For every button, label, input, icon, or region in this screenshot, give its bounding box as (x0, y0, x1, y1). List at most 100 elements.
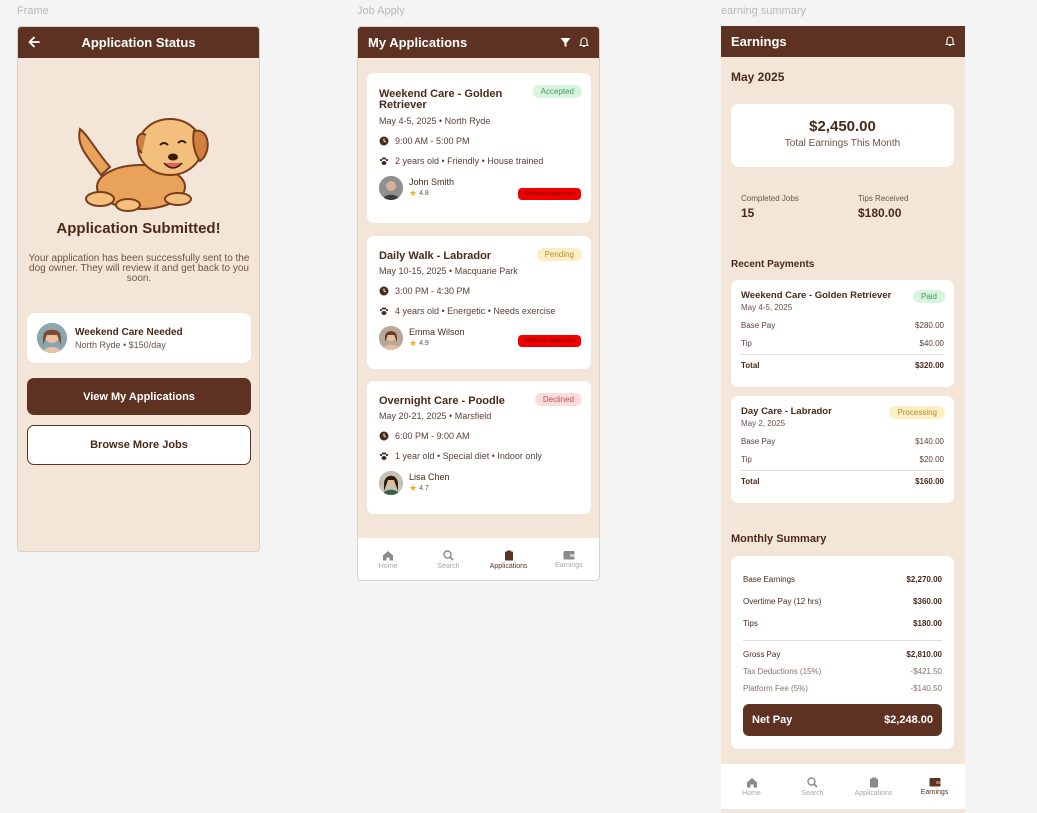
my-applications-screen: My Applications Weekend Care - Golden Re… (357, 26, 600, 581)
payment-card[interactable]: Weekend Care - Golden Retriever Paid May… (731, 280, 954, 387)
nav-earnings[interactable]: Earnings (904, 764, 965, 809)
owner-rating: 4.9 (419, 340, 429, 347)
tip-value: $20.00 (919, 455, 944, 464)
submitted-heading: Application Submitted! (56, 220, 221, 237)
summary-value: -$140.50 (910, 684, 942, 693)
earnings-screen: Earnings May 2025 $2,450.00 Total Earnin… (721, 26, 965, 813)
nav-label: Earnings (555, 562, 583, 569)
job-summary-card[interactable]: Weekend Care Needed North Ryde • $150/da… (27, 313, 251, 363)
nav-home[interactable]: Home (721, 764, 782, 809)
browse-jobs-button[interactable]: Browse More Jobs (27, 425, 251, 465)
summary-label: Tax Deductions (15%) (743, 667, 822, 676)
status-badge: Pending (536, 248, 582, 261)
tip-value: $40.00 (919, 339, 944, 348)
job-title: Weekend Care Needed (75, 326, 183, 338)
withdraw-application-button[interactable]: Withdraw Application (517, 188, 581, 200)
nav-applications[interactable]: Applications (843, 764, 904, 809)
status-badge: Paid (912, 290, 945, 303)
summary-label: Gross Pay (743, 649, 781, 659)
summary-label: Base Earnings (743, 574, 796, 584)
app-bar: Application Status (18, 27, 259, 58)
nav-search[interactable]: Search (782, 764, 843, 809)
application-status-screen: Application Status Application Submitted… (17, 26, 260, 552)
payment-card[interactable]: Day Care - Labrador Processing May 2, 20… (731, 396, 954, 503)
total-label: Total (741, 361, 760, 370)
nav-label: Home (742, 789, 761, 797)
bottom-nav: Home Search Applications Earnings (358, 538, 599, 580)
base-pay-value: $140.00 (915, 437, 944, 446)
filter-icon[interactable] (560, 37, 571, 48)
bell-icon[interactable] (945, 36, 955, 47)
screen-title: Application Status (81, 35, 196, 50)
pet-details: 4 years old • Energetic • Needs exercise (395, 306, 556, 316)
stat-label: Tips Received (858, 194, 909, 203)
summary-value: $2,810.00 (906, 649, 942, 659)
paw-icon (379, 452, 389, 460)
base-pay-value: $280.00 (915, 321, 944, 330)
search-icon (807, 776, 818, 788)
nav-applications[interactable]: Applications (479, 538, 539, 580)
app-bar: Earnings (721, 26, 965, 57)
nav-label: Earnings (920, 789, 949, 796)
owner-rating: 4.8 (419, 190, 429, 197)
view-applications-button[interactable]: View My Applications (27, 378, 251, 415)
status-badge: Accepted (532, 85, 582, 98)
avatar (37, 323, 67, 353)
screen-title: My Applications (368, 35, 468, 50)
tips-received-stat: Tips Received $180.00 (858, 194, 908, 220)
summary-value: -$421.50 (910, 667, 942, 676)
owner-name: John Smith (409, 177, 455, 187)
summary-label: Tips (743, 618, 758, 628)
avatar (379, 326, 403, 350)
net-pay-bar: Net Pay $2,248.00 (743, 704, 942, 736)
wallet-icon (563, 551, 575, 560)
wallet-icon (929, 778, 940, 787)
completed-jobs-stat: Completed Jobs 15 (741, 194, 799, 220)
avatar (379, 176, 403, 200)
status-badge: Declined (534, 393, 582, 406)
clock-icon (379, 286, 389, 296)
base-pay-label: Base Pay (741, 437, 776, 446)
application-time: 6:00 PM - 9:00 AM (395, 431, 470, 441)
application-card[interactable]: Weekend Care - Golden Retriever Accepted… (367, 73, 591, 223)
net-pay-value: $2,248.00 (884, 714, 933, 726)
monthly-summary-title: Monthly Summary (731, 533, 827, 545)
application-card[interactable]: Overnight Care - Poodle Declined May 20-… (367, 381, 591, 514)
month-title: May 2025 (731, 70, 785, 84)
job-subtitle: North Ryde • $150/day (75, 339, 166, 350)
summary-value: $2,270.00 (906, 574, 942, 584)
back-arrow-icon[interactable] (27, 35, 41, 49)
screen-title: Earnings (731, 34, 787, 49)
monthly-summary-card: Base Earnings $2,270.00 Overtime Pay (12 … (731, 556, 954, 749)
paw-icon (379, 307, 389, 315)
recent-payments-title: Recent Payments (731, 259, 815, 270)
summary-label: Overtime Pay (12 hrs) (743, 596, 822, 606)
home-icon (383, 550, 394, 560)
owner-name: Emma Wilson (409, 327, 465, 337)
total-label: Total (741, 477, 760, 486)
application-time: 3:00 PM - 4:30 PM (395, 286, 471, 296)
owner-name: Lisa Chen (409, 472, 450, 482)
application-card[interactable]: Daily Walk - Labrador Pending May 10-15,… (367, 236, 591, 369)
tip-label: Tip (741, 339, 752, 348)
bell-icon[interactable] (579, 37, 589, 48)
nav-label: Search (801, 789, 824, 797)
clipboard-icon (504, 550, 513, 560)
application-title: Overnight Care - Poodle (379, 395, 505, 407)
payment-date: May 4-5, 2025 (741, 303, 793, 312)
avatar (379, 471, 403, 495)
total-earnings-card: $2,450.00 Total Earnings This Month (731, 104, 954, 167)
withdraw-application-button[interactable]: Withdraw Application (517, 335, 581, 347)
clock-icon (379, 431, 389, 441)
application-date: May 20-21, 2025 • Marsfield (379, 411, 492, 421)
frame-label-2: Job Apply (357, 5, 405, 17)
nav-earnings[interactable]: Earnings (539, 538, 599, 580)
total-earnings-label: Total Earnings This Month (784, 138, 901, 149)
pet-details: 1 year old • Special diet • Indoor only (395, 451, 542, 461)
frame-label-1: Frame (17, 5, 49, 17)
nav-search[interactable]: Search (418, 538, 478, 580)
home-icon (746, 777, 757, 787)
happy-dog-illustration (78, 118, 209, 212)
nav-home[interactable]: Home (358, 538, 418, 580)
summary-value: $180.00 (913, 618, 942, 628)
